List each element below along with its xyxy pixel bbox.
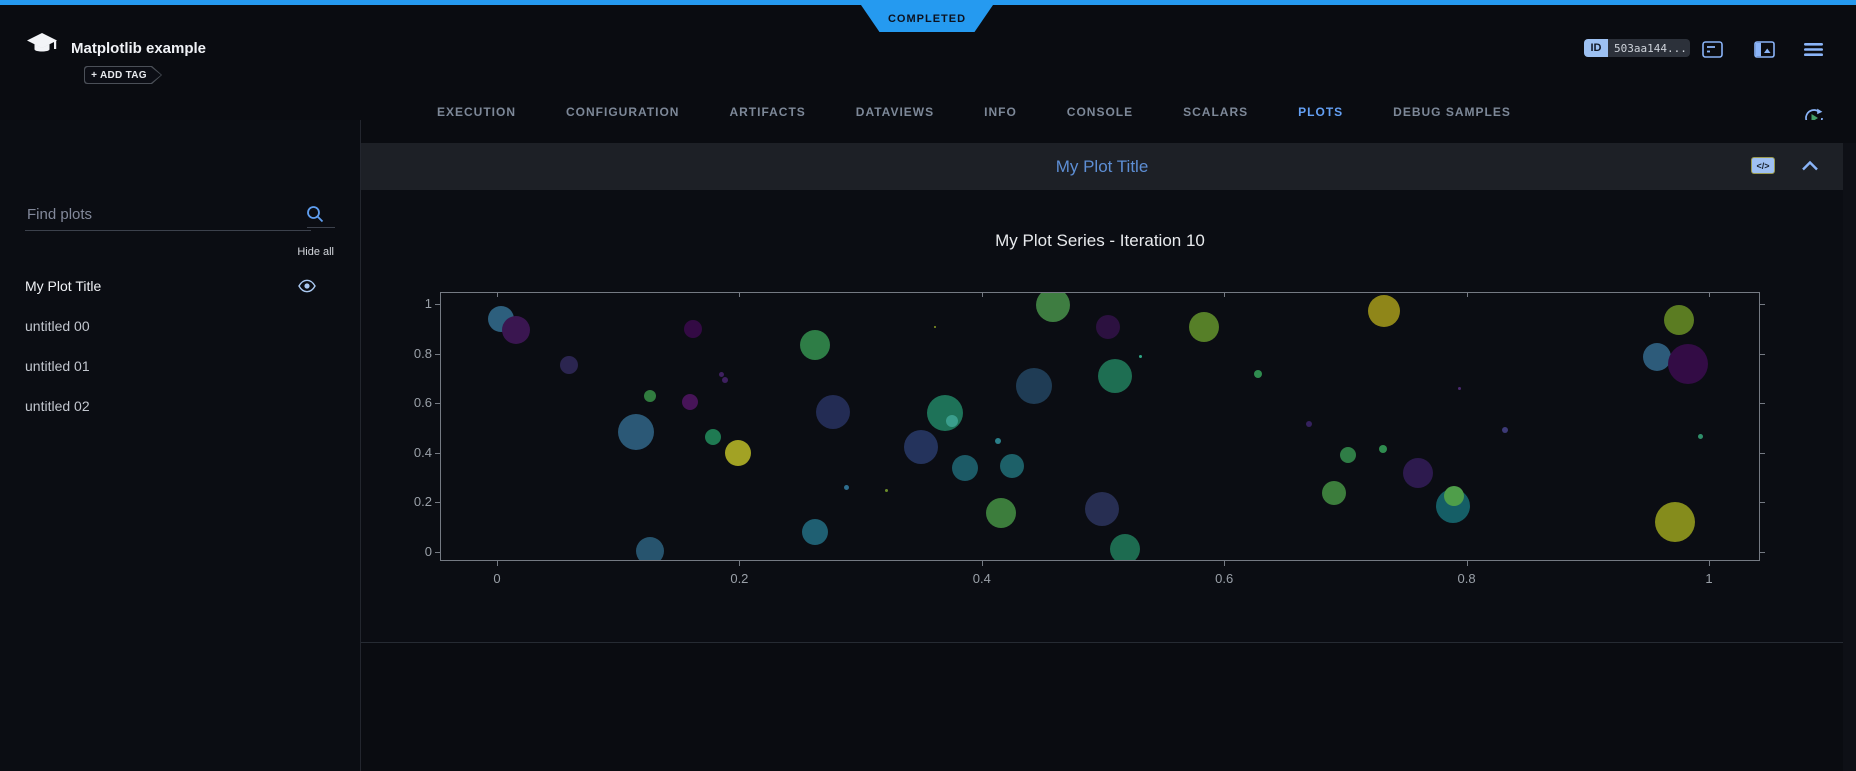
y-tick-label: 0.4 [390, 445, 432, 460]
experiment-logo-icon [26, 31, 58, 61]
chart-title: My Plot Series - Iteration 10 [440, 231, 1760, 251]
x-tick-label: 1 [1679, 571, 1739, 586]
search-icon[interactable] [305, 204, 325, 224]
app-window: COMPLETED Matplotlib example + ADD TAG I… [0, 0, 1856, 771]
plot-card: My Plot Series - Iteration 10 000.20.20.… [361, 190, 1843, 643]
x-tick-label: 0.8 [1437, 571, 1497, 586]
chart-axes: 000.20.20.40.40.60.60.80.811 [440, 292, 1760, 561]
x-tick-label: 0.4 [952, 571, 1012, 586]
id-value: 503aa144... [1608, 39, 1690, 57]
plot-list-item[interactable]: untitled 02 [0, 386, 360, 426]
status-badge-label: COMPLETED [888, 13, 966, 25]
y-tick-label: 0 [390, 544, 432, 559]
eye-icon[interactable] [298, 279, 316, 293]
y-tick-label: 0.8 [390, 346, 432, 361]
add-tag-button[interactable]: + ADD TAG [84, 66, 162, 84]
menu-icon[interactable] [1804, 43, 1823, 56]
view-code-button[interactable]: </> [1751, 157, 1775, 174]
experiment-id-badge[interactable]: ID 503aa144... [1584, 39, 1690, 57]
plot-list-item[interactable]: My Plot Title [0, 266, 360, 306]
id-label: ID [1584, 39, 1608, 57]
plot-list-item[interactable]: untitled 00 [0, 306, 360, 346]
experiment-title: Matplotlib example [71, 40, 206, 57]
plot-list: My Plot Title untitled 00 untitled 01 [0, 266, 360, 426]
scrollbar-track[interactable] [1843, 143, 1856, 771]
y-tick-label: 1 [390, 296, 432, 311]
comment-icon[interactable] [1702, 41, 1723, 58]
search-input[interactable] [25, 198, 311, 231]
y-tick-label: 0.6 [390, 395, 432, 410]
hide-all-link[interactable]: Hide all [297, 246, 334, 258]
plot-list-item[interactable]: untitled 01 [0, 346, 360, 386]
plots-content: My Plot Title </> My Plot Series - Itera… [361, 120, 1856, 771]
x-tick-label: 0 [467, 571, 527, 586]
y-tick-label: 0.2 [390, 494, 432, 509]
axes-frame [440, 292, 1760, 561]
status-color-strip [0, 0, 1856, 5]
x-tick-label: 0.6 [1194, 571, 1254, 586]
chevron-up-icon[interactable] [1801, 159, 1819, 173]
plot-group-header: My Plot Title </> [361, 143, 1843, 190]
plot-group-title: My Plot Title [361, 157, 1843, 177]
x-tick-label: 0.2 [709, 571, 769, 586]
plots-sidebar: Hide all My Plot Title untitled 00 unti [0, 120, 361, 771]
status-badge: COMPLETED [861, 5, 993, 32]
side-panel-icon[interactable] [1754, 41, 1775, 58]
